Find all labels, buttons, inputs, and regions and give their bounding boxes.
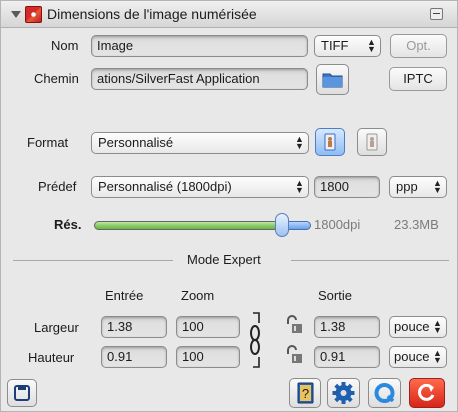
format-value: Personnalisé: [98, 135, 174, 150]
height-lock-open-icon[interactable]: [284, 344, 306, 366]
folder-icon: [322, 73, 343, 88]
name-label: Nom: [51, 38, 79, 53]
gear-icon: [332, 382, 355, 404]
scan-dimensions-panel: Dimensions de l'image numérisée Nom Imag…: [0, 0, 458, 412]
name-field[interactable]: Image: [91, 35, 308, 57]
updown-arrows-icon: ▲ ▼: [433, 178, 442, 195]
preset-select[interactable]: Personnalisé (1800dpi) ▲ ▼: [91, 176, 309, 198]
resolution-unit-value: ppp: [396, 179, 418, 194]
file-size-text: 23.3MB: [394, 217, 439, 232]
preset-label: Prédef: [38, 179, 77, 194]
width-lock-open-icon[interactable]: [284, 314, 306, 336]
iptc-button[interactable]: IPTC: [389, 67, 447, 91]
settings-button[interactable]: [327, 378, 360, 408]
path-field[interactable]: ations/SilverFast Application: [91, 68, 308, 90]
format-label: Format: [27, 135, 69, 150]
q-reset-icon: [374, 383, 395, 403]
expert-separator-left: [13, 260, 173, 261]
svg-text:?: ?: [302, 386, 309, 401]
panel-collapse-icon[interactable]: [430, 8, 443, 20]
resolution-slider-thumb[interactable]: [275, 213, 289, 237]
format-select[interactable]: Personnalisé ▲ ▼: [91, 132, 309, 154]
landscape-orientation-button[interactable]: [357, 128, 387, 156]
help-button[interactable]: ?: [289, 378, 321, 408]
width-unit-select[interactable]: pouce ▲ ▼: [389, 316, 447, 338]
input-column-header: Entrée: [105, 288, 144, 303]
save-settings-button[interactable]: [7, 379, 37, 407]
path-label: Chemin: [34, 71, 79, 86]
silverfast-logo-icon: [25, 6, 42, 23]
refresh-button[interactable]: [409, 378, 445, 408]
preset-value: Personnalisé (1800dpi): [98, 179, 232, 194]
height-input-field[interactable]: 0.91: [101, 346, 167, 368]
updown-arrows-icon: ▲ ▼: [433, 318, 442, 335]
reset-button[interactable]: [368, 378, 401, 408]
height-output-field[interactable]: 0.91: [314, 346, 380, 368]
filetype-select[interactable]: TIFF ▲ ▼: [314, 35, 381, 57]
height-label: Hauteur: [28, 350, 75, 365]
width-output-field[interactable]: 1.38: [314, 316, 380, 338]
width-label: Largeur: [34, 320, 79, 335]
panel-title: Dimensions de l'image numérisée: [47, 6, 257, 22]
filetype-value: TIFF: [321, 38, 349, 53]
resolution-label: Rés.: [54, 217, 82, 232]
refresh-icon: [418, 383, 435, 401]
disclosure-triangle-icon[interactable]: [11, 11, 21, 18]
expert-mode-title: Mode Expert: [187, 252, 261, 267]
portrait-person-icon: [324, 133, 336, 151]
updown-arrows-icon: ▲ ▼: [433, 348, 442, 365]
options-button[interactable]: Opt.: [390, 34, 447, 58]
updown-arrows-icon: ▲ ▼: [367, 37, 376, 54]
resolution-field[interactable]: 1800: [314, 176, 380, 198]
height-zoom-field[interactable]: 100: [176, 346, 240, 368]
height-unit-select[interactable]: pouce ▲ ▼: [389, 346, 447, 368]
resolution-unit-select[interactable]: ppp ▲ ▼: [389, 176, 447, 198]
resolution-slider-extension: [287, 221, 311, 230]
zoom-column-header: Zoom: [181, 288, 215, 303]
output-column-header: Sortie: [318, 288, 352, 303]
choose-folder-button[interactable]: [316, 64, 349, 95]
resolution-value-text: 1800dpi: [314, 217, 361, 232]
width-unit-value: pouce: [394, 319, 430, 334]
updown-arrows-icon: ▲ ▼: [295, 178, 304, 195]
aspect-chain-link-icon[interactable]: [245, 309, 281, 371]
width-input-field[interactable]: 1.38: [101, 316, 167, 338]
expert-separator-right: [291, 260, 449, 261]
updown-arrows-icon: ▲ ▼: [295, 134, 304, 151]
question-book-icon: ?: [297, 382, 314, 404]
floppy-icon: [14, 385, 30, 401]
panel-titlebar[interactable]: Dimensions de l'image numérisée: [1, 1, 457, 28]
portrait-person-dim-icon: [366, 133, 378, 151]
portrait-orientation-button[interactable]: [315, 128, 345, 156]
width-zoom-field[interactable]: 100: [176, 316, 240, 338]
height-unit-value: pouce: [394, 349, 430, 364]
